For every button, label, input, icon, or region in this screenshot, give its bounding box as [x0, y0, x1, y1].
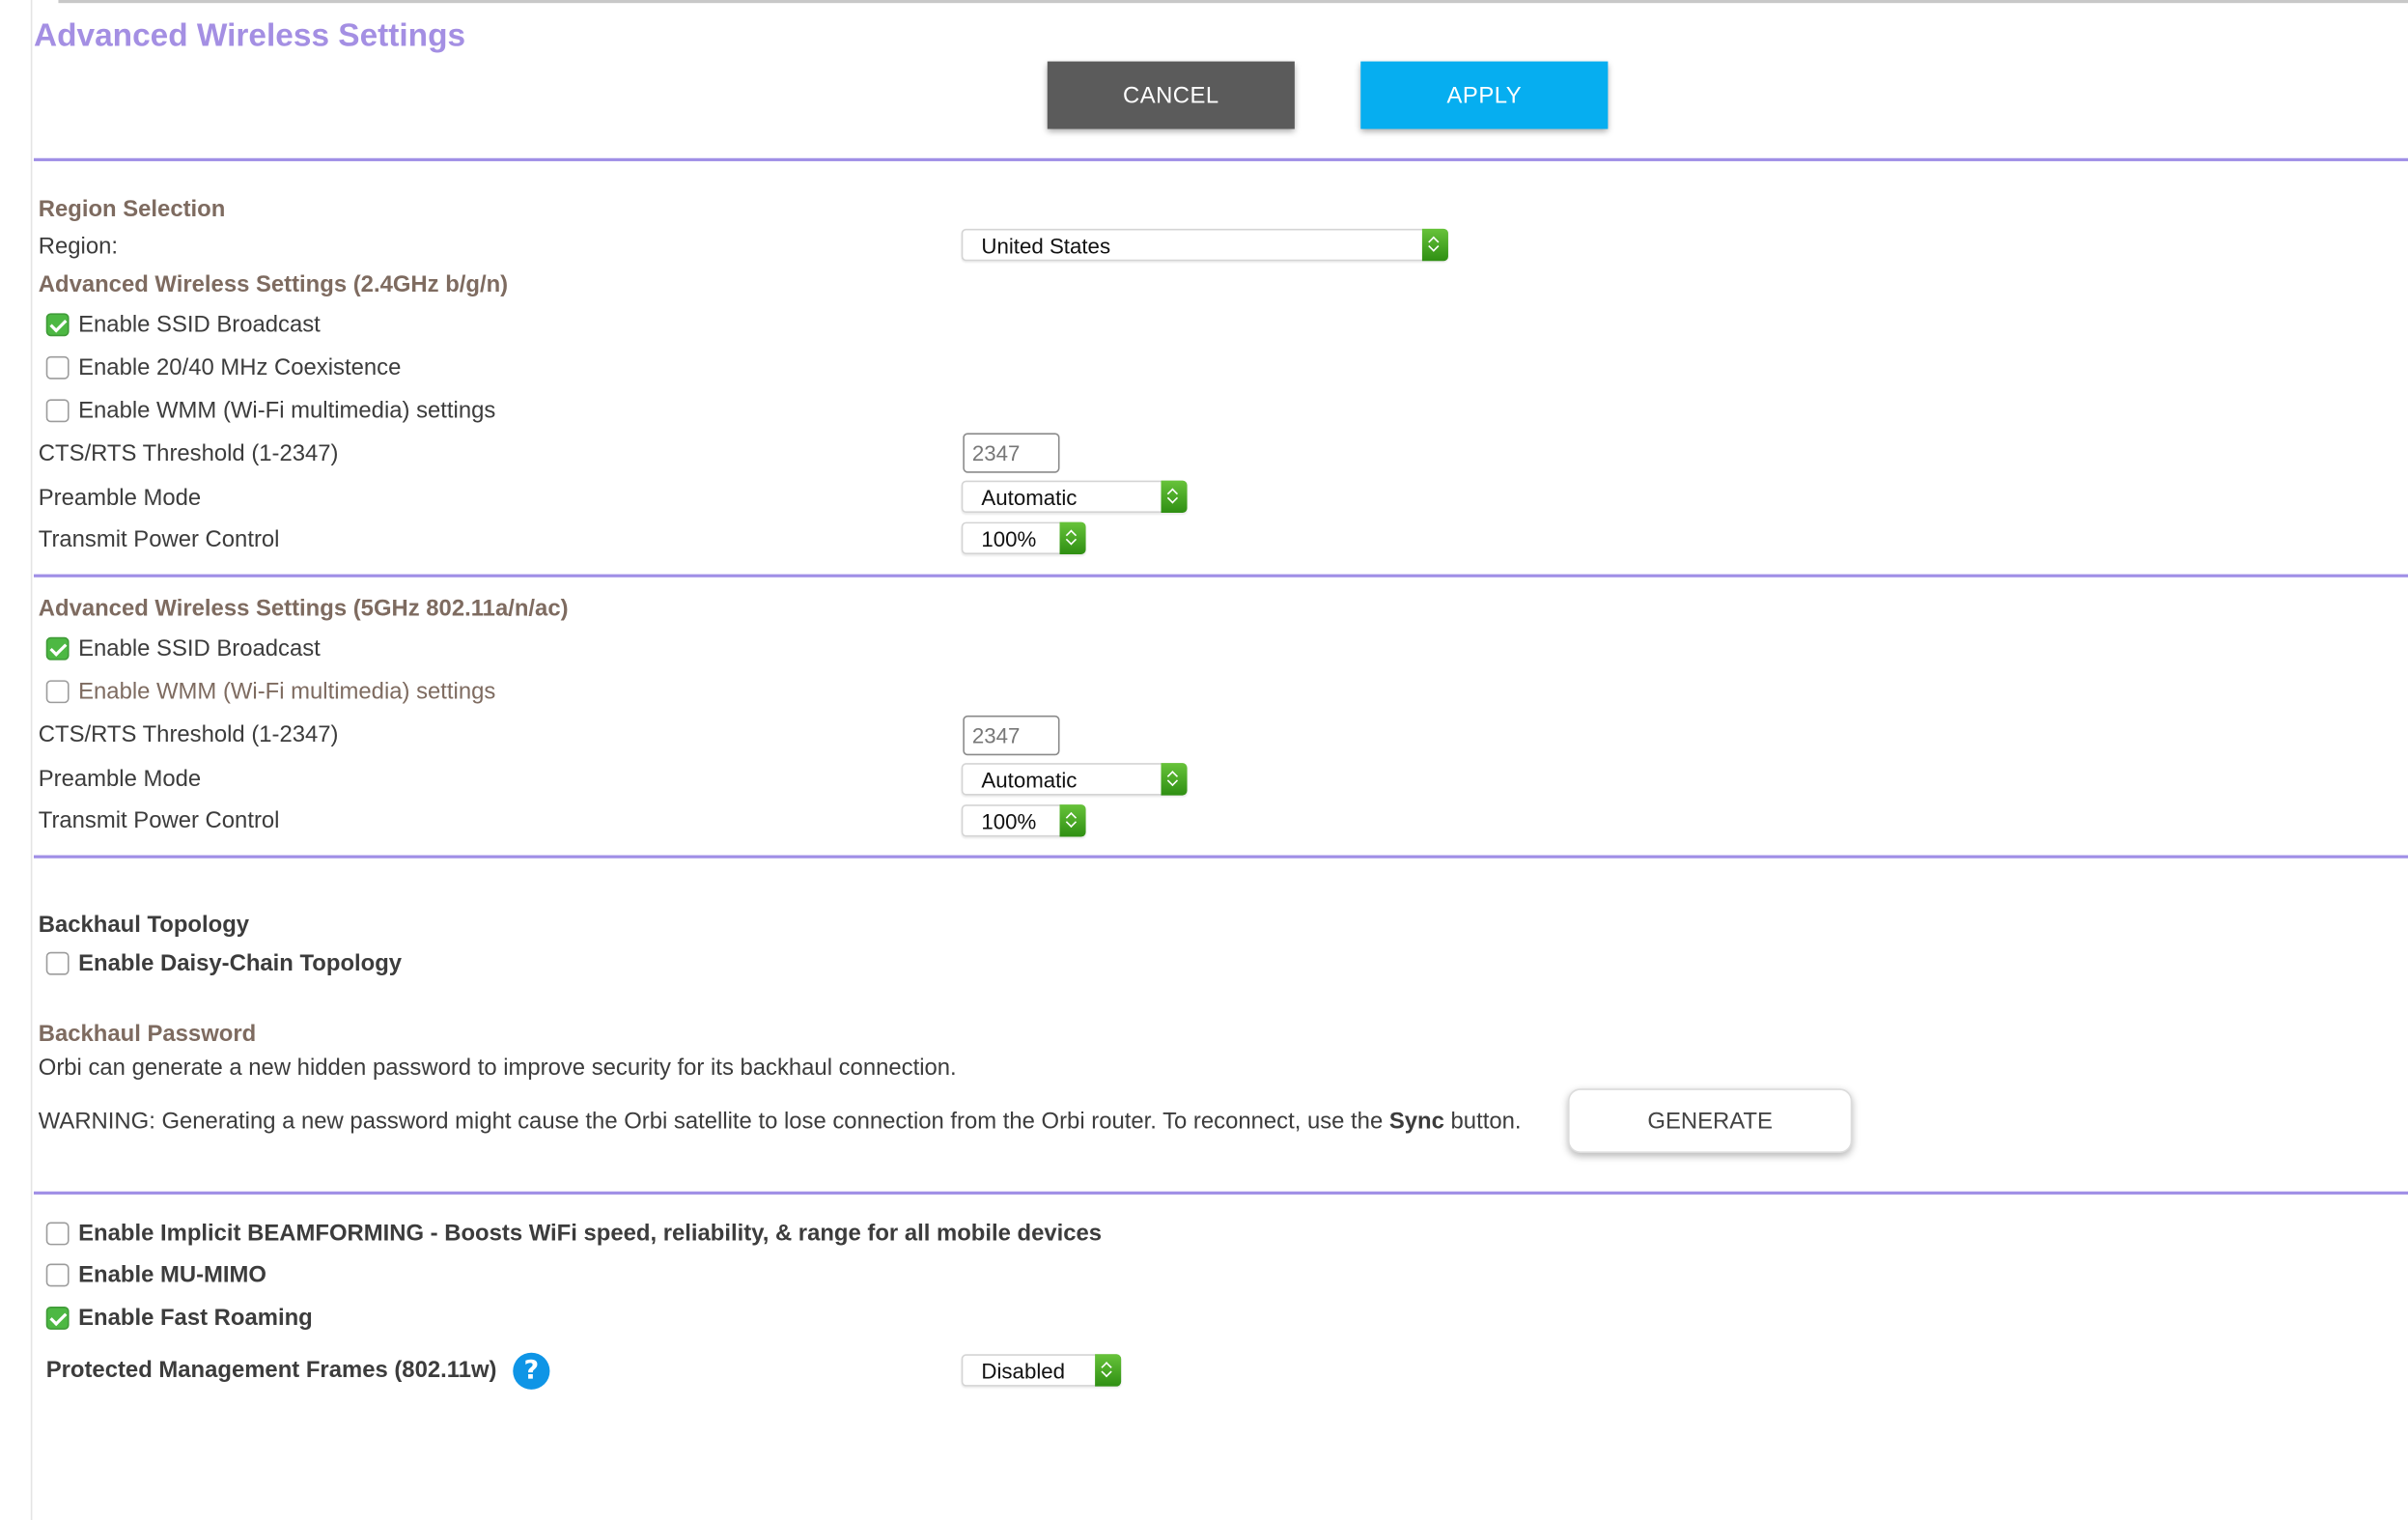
band-5-wmm-label: Enable WMM (Wi-Fi multimedia) settings: [78, 677, 496, 704]
band-5-ssid-broadcast-label: Enable SSID Broadcast: [78, 634, 321, 661]
band-5-preamble-value: Automatic: [981, 767, 1078, 793]
fast-roaming-checkbox[interactable]: [45, 1306, 70, 1330]
backhaul-topology-heading: Backhaul Topology: [38, 912, 250, 939]
region-select[interactable]: United States: [961, 228, 1448, 262]
band-5-preamble-select[interactable]: Automatic: [961, 763, 1188, 796]
daisy-chain-checkbox[interactable]: [45, 950, 70, 974]
band-24-power-label: Transmit Power Control: [38, 526, 280, 553]
pmf-label: Protected Management Frames (802.11w): [45, 1357, 497, 1384]
backhaul-warning-sync: Sync: [1388, 1108, 1444, 1135]
band-5-power-value: 100%: [981, 808, 1037, 834]
pmf-select[interactable]: Disabled: [961, 1354, 1122, 1387]
beamforming-label: Enable Implicit BEAMFORMING - Boosts WiF…: [78, 1220, 1103, 1247]
backhaul-password-heading: Backhaul Password: [38, 1021, 257, 1048]
beamforming-checkbox[interactable]: [45, 1221, 70, 1245]
daisy-chain-label: Enable Daisy-Chain Topology: [78, 949, 403, 976]
section-divider: [33, 855, 2408, 859]
band-24-coexistence-checkbox[interactable]: [45, 355, 70, 379]
help-icon[interactable]: ?: [513, 1352, 550, 1390]
select-arrows-icon: [1059, 521, 1086, 554]
fast-roaming-option[interactable]: Enable Fast Roaming: [45, 1302, 313, 1333]
region-label: Region:: [38, 233, 119, 260]
section-divider: [33, 574, 2408, 577]
band-5-wmm-checkbox[interactable]: [45, 679, 70, 703]
backhaul-warning: WARNING: Generating a new password might…: [39, 1109, 1522, 1135]
fast-roaming-label: Enable Fast Roaming: [78, 1304, 313, 1331]
mu-mimo-label: Enable MU-MIMO: [78, 1261, 266, 1288]
band-5-preamble-label: Preamble Mode: [38, 766, 202, 793]
top-border: [58, 0, 2408, 4]
band-24-coexistence-label: Enable 20/40 MHz Coexistence: [78, 353, 402, 380]
band-24-cts-input[interactable]: [963, 433, 1060, 473]
band-5-heading: Advanced Wireless Settings (5GHz 802.11a…: [38, 595, 569, 622]
band-24-preamble-select[interactable]: Automatic: [961, 480, 1188, 514]
section-divider: [33, 157, 2408, 161]
band-24-heading: Advanced Wireless Settings (2.4GHz b/g/n…: [38, 271, 509, 298]
band-5-power-select[interactable]: 100%: [961, 804, 1086, 837]
backhaul-warning-suffix: button.: [1443, 1108, 1522, 1135]
select-arrows-icon: [1161, 480, 1188, 514]
band-24-wmm-option[interactable]: Enable WMM (Wi-Fi multimedia) settings: [45, 395, 496, 426]
daisy-chain-option[interactable]: Enable Daisy-Chain Topology: [45, 947, 403, 978]
mu-mimo-checkbox[interactable]: [45, 1262, 70, 1286]
backhaul-password-description: Orbi can generate a new hidden password …: [38, 1055, 957, 1082]
cancel-button[interactable]: CANCEL: [1047, 61, 1295, 129]
band-24-coexistence-option[interactable]: Enable 20/40 MHz Coexistence: [45, 352, 402, 382]
mu-mimo-option[interactable]: Enable MU-MIMO: [45, 1259, 266, 1290]
band-24-power-select[interactable]: 100%: [961, 521, 1086, 554]
band-24-cts-label: CTS/RTS Threshold (1-2347): [38, 440, 339, 467]
band-24-ssid-broadcast-checkbox[interactable]: [45, 312, 70, 336]
page-title: Advanced Wireless Settings: [33, 18, 466, 54]
band-24-wmm-checkbox[interactable]: [45, 398, 70, 422]
section-divider: [33, 1191, 2408, 1195]
select-arrows-icon: [1095, 1354, 1122, 1387]
backhaul-warning-text: WARNING: Generating a new password might…: [38, 1108, 1389, 1135]
pmf-select-value: Disabled: [981, 1359, 1066, 1384]
band-24-wmm-label: Enable WMM (Wi-Fi multimedia) settings: [78, 396, 496, 424]
band-5-wmm-option[interactable]: Enable WMM (Wi-Fi multimedia) settings: [45, 676, 496, 707]
select-arrows-icon: [1421, 228, 1448, 262]
band-5-ssid-broadcast-option[interactable]: Enable SSID Broadcast: [45, 633, 321, 663]
band-24-preamble-value: Automatic: [981, 485, 1078, 510]
left-border: [30, 0, 33, 1520]
band-5-cts-input[interactable]: [963, 715, 1060, 756]
band-24-ssid-broadcast-option[interactable]: Enable SSID Broadcast: [45, 309, 321, 340]
apply-button[interactable]: APPLY: [1360, 61, 1609, 129]
region-select-value: United States: [981, 233, 1111, 259]
band-24-preamble-label: Preamble Mode: [38, 485, 202, 512]
band-5-power-label: Transmit Power Control: [38, 807, 280, 834]
band-24-ssid-broadcast-label: Enable SSID Broadcast: [78, 310, 321, 337]
band-5-cts-label: CTS/RTS Threshold (1-2347): [38, 721, 339, 748]
band-24-power-value: 100%: [981, 526, 1037, 551]
beamforming-option[interactable]: Enable Implicit BEAMFORMING - Boosts WiF…: [45, 1218, 1103, 1249]
select-arrows-icon: [1161, 763, 1188, 796]
generate-button[interactable]: GENERATE: [1568, 1088, 1853, 1154]
region-heading: Region Selection: [38, 196, 226, 223]
select-arrows-icon: [1059, 804, 1086, 837]
band-5-ssid-broadcast-checkbox[interactable]: [45, 636, 70, 660]
